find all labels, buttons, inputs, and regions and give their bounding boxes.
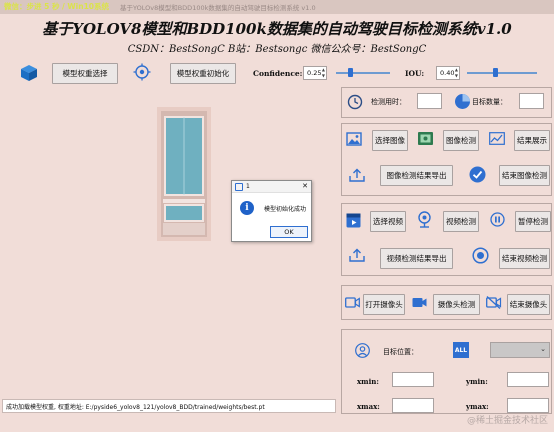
ymin-label: ymin: [466, 377, 488, 386]
page-title: 基于YOLOV8模型和BDD100k数据集的自动驾驶目标检测系统v1.0 [42, 20, 512, 38]
detect-image-button[interactable]: 图像检测 [443, 130, 479, 151]
confidence-slider-handle[interactable] [347, 68, 353, 77]
confidence-value: 0.25 [307, 69, 322, 77]
camera-icon [345, 297, 360, 308]
iou-value: 0.40 [440, 69, 455, 77]
video-file-icon [346, 213, 361, 228]
xmax-label: xmax: [357, 402, 380, 411]
open-camera-button[interactable]: 打开摄像头 [363, 294, 405, 315]
chart-icon [489, 132, 505, 145]
target-count-field [519, 93, 544, 109]
select-weights-button[interactable]: 模型权重选择 [52, 63, 118, 84]
chevron-down-icon: ⌄ [540, 345, 546, 353]
stop-image-detect-button[interactable]: 结束图像检测 [499, 165, 550, 186]
page-subtitle: CSDN：BestSongC B站：Bestsongc 微信公众号：BestSo… [127, 44, 427, 55]
info-icon: i [240, 201, 254, 215]
show-result-button[interactable]: 结果展示 [514, 130, 550, 151]
spin-arrows-icon[interactable]: ▲ ▼ [455, 67, 458, 79]
upload-icon [349, 168, 365, 182]
detect-time-label: 检测用时： [371, 98, 406, 106]
webcam-icon [417, 211, 432, 228]
status-bar: 成功加载模型权重, 权重地址: E:/pyside6_yolov8_121/yo… [2, 399, 336, 413]
close-icon[interactable]: ✕ [302, 182, 308, 190]
confidence-spinbox[interactable]: 0.25 ▲ ▼ [303, 66, 327, 80]
pause-detect-button[interactable]: 暂停检测 [515, 211, 551, 232]
target-select-dropdown[interactable]: ⌄ [490, 342, 550, 358]
iou-spinbox[interactable]: 0.40 ▲ ▼ [436, 66, 460, 80]
spin-arrows-icon[interactable]: ▲ ▼ [322, 67, 325, 79]
xmin-field [392, 372, 434, 387]
ymax-field [507, 398, 549, 413]
message-dialog: 1 ✕ i 模型初始化成功 OK [231, 180, 312, 242]
pause-icon [490, 212, 505, 227]
preview-image [157, 107, 211, 241]
window-title: 基于YOLOv8模型和BDD100k数据集的自动驾驶目标检测系统 v1.0 [120, 4, 316, 12]
camera-off-icon [486, 296, 502, 309]
cube-icon [20, 64, 38, 82]
stop-circle-icon [472, 247, 489, 264]
detect-camera-button[interactable]: 摄像头检测 [433, 294, 480, 315]
target-icon [133, 63, 151, 81]
video-camera-icon [412, 297, 427, 308]
select-image-button[interactable]: 选择图像 [372, 130, 408, 151]
window-overlay-text: 微信：步进 5 秒 / Win10系统 [4, 2, 110, 11]
export-image-result-button[interactable]: 图像检测结果导出 [380, 165, 453, 186]
select-video-button[interactable]: 选择视频 [370, 211, 406, 232]
watermark: @稀土掘金技术社区 [466, 416, 548, 426]
confidence-slider-track[interactable] [336, 72, 390, 74]
ymax-label: ymax: [466, 402, 489, 411]
iou-slider-track[interactable] [467, 72, 537, 74]
ymin-field [507, 372, 549, 387]
init-weights-button[interactable]: 模型权重初始化 [170, 63, 236, 84]
xmin-label: xmin: [357, 377, 379, 386]
ok-button[interactable]: OK [270, 226, 308, 238]
image-icon [346, 131, 362, 147]
detect-time-field [417, 93, 442, 109]
dialog-title-bar [232, 181, 311, 193]
detect-video-button[interactable]: 视频检测 [443, 211, 479, 232]
window-title-bar: 微信：步进 5 秒 / Win10系统 基于YOLOv8模型和BDD100k数据… [0, 0, 554, 14]
iou-slider-handle[interactable] [493, 68, 498, 77]
dialog-app-icon [235, 183, 243, 191]
all-icon: ALL [453, 342, 469, 358]
stop-camera-button[interactable]: 结束摄像头 [507, 294, 550, 315]
clock-icon [347, 94, 363, 110]
pie-chart-icon [454, 93, 471, 110]
stop-video-detect-button[interactable]: 结束视频检测 [499, 248, 550, 269]
photo-detect-icon [417, 131, 434, 146]
target-position-label: 目标位置： [383, 348, 418, 356]
dialog-title: 1 [246, 183, 250, 190]
dialog-message: 模型初始化成功 [264, 206, 307, 213]
user-icon [355, 343, 370, 358]
iou-label: IOU: [405, 69, 425, 78]
export-video-result-button[interactable]: 视频检测结果导出 [380, 248, 453, 269]
check-circle-icon [469, 166, 486, 183]
confidence-label: Confidence: [253, 69, 303, 78]
target-count-label: 目标数量： [472, 98, 507, 106]
upload-icon [349, 248, 365, 262]
xmax-field [392, 398, 434, 413]
